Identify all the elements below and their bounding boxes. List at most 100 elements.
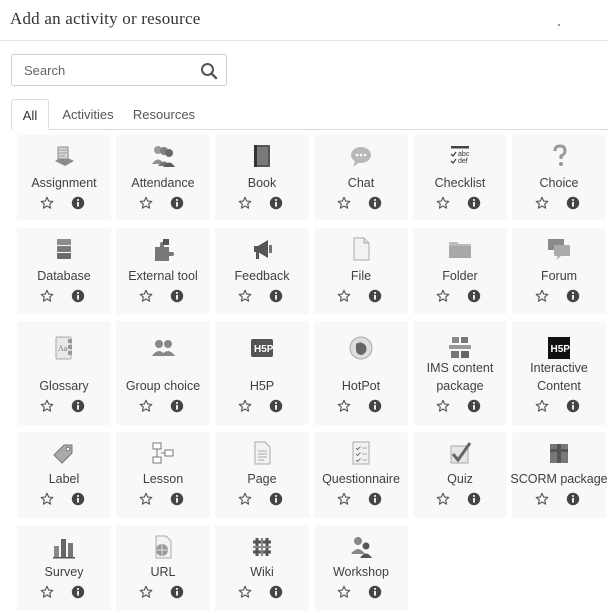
- star-icon[interactable]: [238, 492, 252, 506]
- info-icon[interactable]: [467, 399, 481, 413]
- info-icon[interactable]: [467, 492, 481, 506]
- activity-card-book[interactable]: Book: [215, 135, 309, 220]
- activity-card-questionnaire[interactable]: Questionnaire: [314, 432, 408, 518]
- info-icon[interactable]: [368, 492, 382, 506]
- star-icon[interactable]: [436, 289, 450, 303]
- info-icon[interactable]: [368, 399, 382, 413]
- info-icon[interactable]: [368, 585, 382, 599]
- activity-card-glossary[interactable]: Aa Glossary: [17, 321, 111, 425]
- info-icon[interactable]: [170, 492, 184, 506]
- info-icon[interactable]: [368, 289, 382, 303]
- info-icon[interactable]: [269, 492, 283, 506]
- info-icon[interactable]: [467, 196, 481, 210]
- star-icon[interactable]: [238, 585, 252, 599]
- checklist-icon-text-2: def: [458, 158, 468, 165]
- activity-card-file[interactable]: File: [314, 228, 408, 314]
- activity-card-checklist[interactable]: abc def Checklist: [413, 135, 507, 220]
- activity-card-choice[interactable]: Choice: [512, 135, 606, 220]
- info-icon[interactable]: [71, 196, 85, 210]
- info-icon[interactable]: [170, 399, 184, 413]
- activity-label: External tool: [128, 269, 198, 283]
- star-icon[interactable]: [40, 196, 54, 210]
- close-icon[interactable]: [558, 24, 560, 26]
- activity-label: File: [350, 269, 372, 283]
- info-icon[interactable]: [566, 492, 580, 506]
- activity-card-assignment[interactable]: Assignment: [17, 135, 111, 220]
- info-icon[interactable]: [566, 399, 580, 413]
- info-icon[interactable]: [71, 289, 85, 303]
- ims-content-package-icon: [449, 337, 471, 358]
- assignment-icon: [55, 146, 74, 166]
- activity-card-hotpot[interactable]: HotPot: [314, 321, 408, 425]
- activity-card-quiz[interactable]: Quiz: [413, 432, 507, 518]
- star-icon[interactable]: [436, 196, 450, 210]
- activity-card-chat[interactable]: Chat: [314, 135, 408, 220]
- dialog-header: Add an activity or resource: [0, 0, 608, 41]
- info-icon[interactable]: [170, 196, 184, 210]
- activity-label: Book: [247, 176, 277, 190]
- star-icon[interactable]: [238, 196, 252, 210]
- info-icon[interactable]: [71, 492, 85, 506]
- activity-card-external-tool[interactable]: External tool: [116, 228, 210, 314]
- search-input[interactable]: [12, 55, 192, 85]
- info-icon[interactable]: [269, 196, 283, 210]
- activity-card-h5p[interactable]: H5P H5P: [215, 321, 309, 425]
- wiki-icon: [253, 538, 271, 556]
- activity-card-url[interactable]: URL: [116, 525, 210, 611]
- star-icon[interactable]: [436, 492, 450, 506]
- activity-card-survey[interactable]: Survey: [17, 525, 111, 611]
- activity-card-forum[interactable]: Forum: [512, 228, 606, 314]
- tab-resources[interactable]: Resources: [129, 99, 199, 130]
- info-icon[interactable]: [566, 196, 580, 210]
- star-icon[interactable]: [40, 492, 54, 506]
- activity-card-lesson[interactable]: Lesson: [116, 432, 210, 518]
- info-icon[interactable]: [71, 399, 85, 413]
- activity-card-interactive-content[interactable]: H5P Interactive Content: [512, 321, 606, 425]
- activity-card-feedback[interactable]: Feedback: [215, 228, 309, 314]
- info-icon[interactable]: [170, 585, 184, 599]
- info-icon[interactable]: [368, 196, 382, 210]
- activity-card-page[interactable]: Page: [215, 432, 309, 518]
- star-icon[interactable]: [337, 289, 351, 303]
- star-icon[interactable]: [535, 399, 549, 413]
- star-icon[interactable]: [139, 399, 153, 413]
- info-icon[interactable]: [269, 289, 283, 303]
- activity-card-label[interactable]: Label: [17, 432, 111, 518]
- star-icon[interactable]: [535, 196, 549, 210]
- star-icon[interactable]: [139, 289, 153, 303]
- tab-all[interactable]: All: [11, 99, 49, 130]
- file-icon: [353, 237, 370, 261]
- info-icon[interactable]: [269, 399, 283, 413]
- star-icon[interactable]: [238, 399, 252, 413]
- activity-card-group-choice[interactable]: Group choice: [116, 321, 210, 425]
- tab-activities[interactable]: Activities: [55, 99, 121, 130]
- activity-card-workshop[interactable]: Workshop: [314, 525, 408, 611]
- star-icon[interactable]: [40, 585, 54, 599]
- activity-card-attendance[interactable]: Attendance: [116, 135, 210, 220]
- star-icon[interactable]: [337, 196, 351, 210]
- star-icon[interactable]: [535, 289, 549, 303]
- info-icon[interactable]: [467, 289, 481, 303]
- star-icon[interactable]: [238, 289, 252, 303]
- star-icon[interactable]: [337, 585, 351, 599]
- star-icon[interactable]: [337, 492, 351, 506]
- star-icon[interactable]: [436, 399, 450, 413]
- activity-card-wiki[interactable]: Wiki: [215, 525, 309, 611]
- activity-card-folder[interactable]: Folder: [413, 228, 507, 314]
- search-icon[interactable]: [200, 62, 218, 80]
- star-icon[interactable]: [535, 492, 549, 506]
- star-icon[interactable]: [40, 399, 54, 413]
- star-icon[interactable]: [337, 399, 351, 413]
- star-icon[interactable]: [40, 289, 54, 303]
- star-icon[interactable]: [139, 585, 153, 599]
- star-icon[interactable]: [139, 492, 153, 506]
- activity-card-database[interactable]: Database: [17, 228, 111, 314]
- activity-card-ims-content-package[interactable]: IMS content package: [413, 321, 507, 425]
- activity-label: Forum: [540, 269, 578, 283]
- info-icon[interactable]: [566, 289, 580, 303]
- info-icon[interactable]: [269, 585, 283, 599]
- star-icon[interactable]: [139, 196, 153, 210]
- info-icon[interactable]: [170, 289, 184, 303]
- info-icon[interactable]: [71, 585, 85, 599]
- activity-card-scorm-package[interactable]: SCORM package: [510, 432, 608, 518]
